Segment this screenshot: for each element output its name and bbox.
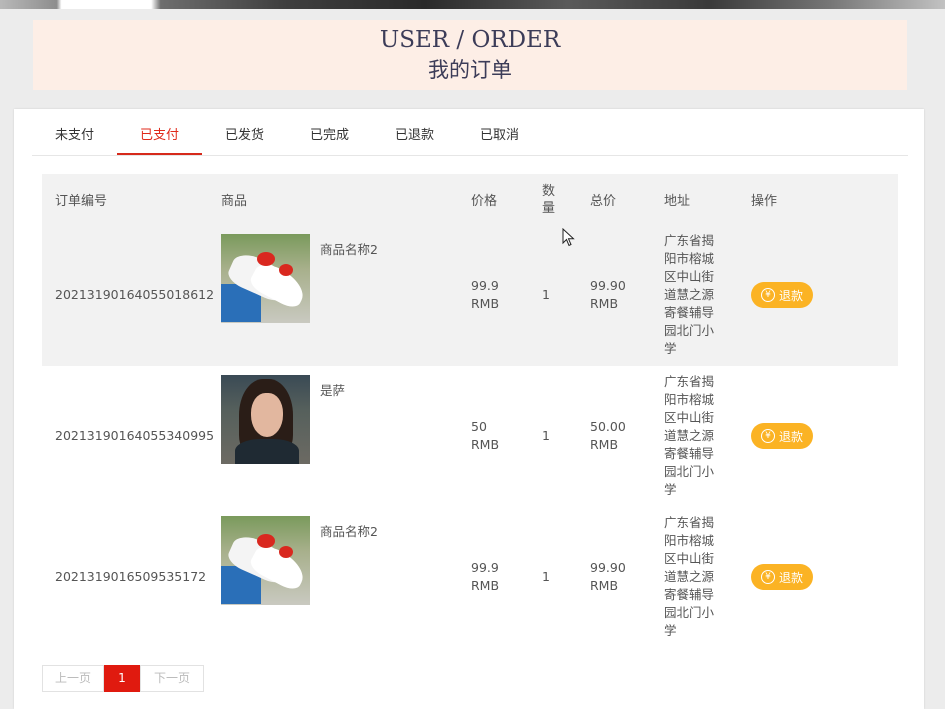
header-total: 总价 [590,194,617,209]
total-price: 50.00 RMB [590,419,626,452]
total-price: 99.90 RMB [590,560,626,593]
tab-refunded[interactable]: 已退款 [372,121,457,154]
table-row: 20213190164055340995 是萨 50 RMB 1 50.00 R… [42,366,898,507]
tab-paid[interactable]: 已支付 [117,121,202,155]
header-price: 价格 [471,194,498,209]
mouse-cursor-icon [562,228,575,247]
yen-icon: ¥ [760,288,775,302]
refund-label: 退款 [778,288,803,303]
product-name[interactable]: 是萨 [320,382,345,400]
refund-button[interactable]: ¥ 退款 [751,282,813,308]
refund-label: 退款 [778,570,803,585]
product-name[interactable]: 商品名称2 [320,241,378,259]
order-number: 20213190164055018612 [55,287,215,302]
yen-icon: ¥ [760,570,775,584]
header-product: 商品 [221,194,248,209]
yen-icon: ¥ [760,429,775,443]
shipping-address: 广东省揭阳市榕城区中山街道慧之源寄餐辅导园北门小学 [664,515,715,638]
order-number: 20213190164055340995 [55,428,215,443]
tab-completed[interactable]: 已完成 [287,121,372,154]
pagination: 上一页 1 下一页 [42,665,204,692]
quantity: 1 [542,287,550,302]
unit-price: 50 RMB [471,419,500,452]
refund-label: 退款 [778,429,803,444]
total-price: 99.90 RMB [590,278,626,311]
order-card: 未支付 已支付 已发货 已完成 已退款 已取消 订单编号 商品 价格 数量 总价… [14,109,924,709]
order-table: 订单编号 商品 价格 数量 总价 地址 操作 20213190164055018… [42,174,898,648]
shipping-address: 广东省揭阳市榕城区中山街道慧之源寄餐辅导园北门小学 [664,374,715,497]
top-image-strip [0,0,945,9]
table-row: 20213190164055018612 商品名称2 99.9 RMB 1 99… [42,225,898,366]
unit-price: 99.9 RMB [471,560,500,593]
unit-price: 99.9 RMB [471,278,500,311]
product-image[interactable] [221,234,310,323]
product-name[interactable]: 商品名称2 [320,523,378,541]
shipping-address: 广东省揭阳市榕城区中山街道慧之源寄餐辅导园北门小学 [664,233,715,356]
tab-unpaid[interactable]: 未支付 [32,121,117,154]
page-banner: USER / ORDER 我的订单 [33,20,907,90]
refund-button[interactable]: ¥ 退款 [751,564,813,590]
quantity: 1 [542,569,550,584]
header-qty: 数量 [542,183,556,216]
refund-button[interactable]: ¥ 退款 [751,423,813,449]
header-address: 地址 [664,194,691,209]
product-image[interactable] [221,516,310,605]
header-action: 操作 [751,194,778,209]
next-page-button[interactable]: 下一页 [140,665,204,692]
tab-cancelled[interactable]: 已取消 [457,121,542,154]
tab-shipped[interactable]: 已发货 [202,121,287,154]
table-row: 2021319016509535172 商品名称2 99.9 RMB 1 99.… [42,507,898,648]
order-status-tabs: 未支付 已支付 已发货 已完成 已退款 已取消 [32,121,908,156]
order-number: 2021319016509535172 [55,569,207,584]
quantity: 1 [542,428,550,443]
banner-title-en: USER / ORDER [379,27,561,53]
banner-title-cn: 我的订单 [428,58,512,82]
page-number-button[interactable]: 1 [104,665,140,692]
header-order-no: 订单编号 [55,194,108,209]
prev-page-button[interactable]: 上一页 [42,665,104,692]
product-image[interactable] [221,375,310,464]
table-header: 订单编号 商品 价格 数量 总价 地址 操作 [42,174,898,225]
